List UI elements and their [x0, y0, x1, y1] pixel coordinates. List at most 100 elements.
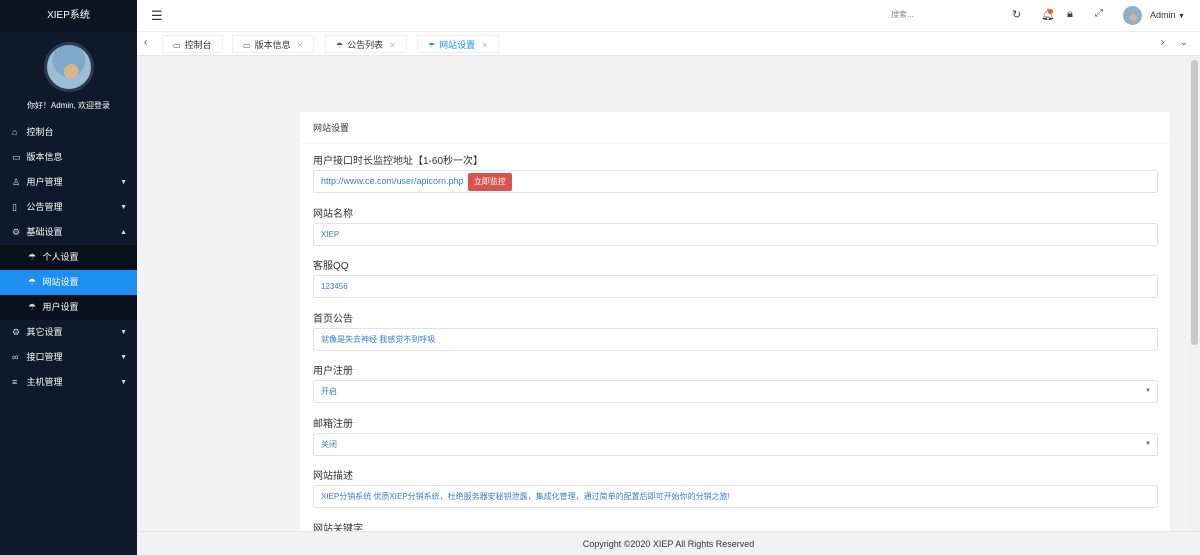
field-label: 用户接口时长监控地址【1-60秒一次】	[313, 156, 484, 167]
caret-down-icon: ▼	[1178, 13, 1185, 20]
umbrella-icon: ☂	[28, 277, 37, 287]
email-register-select[interactable]: 关闭 ▼	[313, 433, 1158, 456]
sidebar-item-label: 网站设置	[42, 277, 79, 287]
sidebar-item-version[interactable]: ▭ 版本信息	[0, 145, 137, 170]
monitor-icon: ▭	[12, 152, 21, 162]
gear-icon: ⚙	[12, 327, 21, 337]
monitor-icon: ▭	[173, 41, 181, 50]
sidebar-item-basic-settings[interactable]: ⚙ 基础设置 ▲	[0, 220, 137, 245]
umbrella-icon: ☂	[336, 41, 344, 50]
sidebar-item-dashboard[interactable]: ⌂ 控制台	[0, 120, 137, 145]
close-icon[interactable]: ✕	[481, 41, 488, 50]
sidebar-item-label: 基础设置	[26, 227, 63, 237]
tab-label: 控制台	[184, 40, 212, 50]
sidebar-item-user-settings[interactable]: ☂ 用户设置	[0, 295, 137, 320]
monitor-url-value: http://www.ce.com/user/apicorn.php	[321, 176, 464, 186]
caret-down-icon: ▼	[120, 329, 127, 336]
umbrella-icon: ☂	[428, 41, 436, 50]
sidebar-item-notices[interactable]: ▯ 公告管理 ▼	[0, 195, 137, 220]
avatar	[43, 42, 94, 92]
home-icon: ⌂	[12, 127, 18, 137]
field-email-register: 邮箱注册 关闭 ▼	[313, 417, 1158, 456]
monitor-now-button[interactable]: 立即监控	[467, 172, 512, 191]
field-label: 网站关键字	[313, 524, 363, 531]
sidebar-item-label: 个人设置	[42, 252, 79, 262]
tab-dashboard[interactable]: ▭ 控制台	[162, 35, 223, 53]
menu-toggle-icon[interactable]: ☰	[151, 8, 163, 24]
sidebar-item-hosts[interactable]: ≡ 主机管理 ▼	[0, 370, 137, 395]
chevron-down-icon[interactable]: ⌄	[1180, 37, 1188, 48]
submenu-basic-settings: ☂ 个人设置 ☂ 网站设置 ☂ 用户设置	[0, 245, 137, 320]
email-register-selected: 关闭	[321, 440, 337, 449]
fullscreen-icon[interactable]: ⤢	[1095, 8, 1103, 19]
field-label: 网站名称	[313, 209, 353, 220]
user-panel: 你好！Admin, 欢迎登录	[0, 32, 137, 120]
sidebar-item-api[interactable]: ∞ 接口管理 ▼	[0, 345, 137, 370]
sidebar-item-personal-settings[interactable]: ☂ 个人设置	[0, 245, 137, 270]
description-input[interactable]: XIEP分销系统 优质XIEP分销系统，杜绝服务器安秘钥泄露，集成化管理，通过简…	[313, 485, 1158, 508]
notification-badge	[1048, 9, 1053, 14]
tab-version[interactable]: ▭ 版本信息 ✕	[232, 35, 315, 53]
sidebar-item-label: 版本信息	[26, 152, 63, 162]
sidebar-menu: ⌂ 控制台 ▭ 版本信息 ♙ 用户管理 ▼ ▯ 公告管理 ▼ ⚙ 基础设置 ▲ …	[0, 120, 137, 395]
search-input[interactable]: 搜索...	[891, 9, 914, 20]
site-name-input[interactable]: XIEP	[313, 223, 1158, 246]
select-arrow-icon: ▼	[1145, 441, 1151, 447]
tab-site-settings[interactable]: ☂ 网站设置 ✕	[417, 35, 499, 53]
tab-notice-list[interactable]: ☂ 公告列表 ✕	[325, 35, 407, 53]
settings-card: 网站设置 用户接口时长监控地址【1-60秒一次】 http://www.ce.c…	[300, 112, 1170, 531]
field-register: 用户注册 开启 ▼	[313, 364, 1158, 403]
sidebar: XIEP系统 你好！Admin, 欢迎登录 ⌂ 控制台 ▭ 版本信息 ♙ 用户管…	[0, 0, 137, 555]
content-area: 网站设置 用户接口时长监控地址【1-60秒一次】 http://www.ce.c…	[137, 57, 1189, 531]
top-bar: ☰ 搜索... ↻ 🔔︎ 🔒︎ ⤢ Admin ▼	[137, 0, 1200, 32]
sidebar-item-label: 用户设置	[42, 302, 79, 312]
tab-bar: ‹ ▭ 控制台 ▭ 版本信息 ✕ ☂ 公告列表 ✕ ☂ 网站设置 ✕ › ⌄	[137, 32, 1200, 56]
field-description: 网站描述 XIEP分销系统 优质XIEP分销系统，杜绝服务器安秘钥泄露，集成化管…	[313, 469, 1158, 508]
close-icon[interactable]: ✕	[297, 41, 304, 50]
username-text: Admin	[1150, 10, 1176, 20]
monitor-url-input[interactable]: http://www.ce.com/user/apicorn.php 立即监控	[313, 170, 1158, 193]
greeting-text: 你好！Admin, 欢迎登录	[26, 101, 111, 110]
field-keywords: 网站关键字	[313, 522, 1158, 531]
caret-down-icon: ▼	[120, 179, 127, 186]
avatar[interactable]	[1123, 6, 1142, 25]
caret-down-icon: ▼	[120, 204, 127, 211]
field-notice: 首页公告 就像是失去神经 我感觉不到呼吸	[313, 312, 1158, 351]
select-arrow-icon: ▼	[1145, 388, 1151, 394]
register-select[interactable]: 开启 ▼	[313, 380, 1158, 403]
caret-down-icon: ▼	[120, 354, 127, 361]
field-label: 邮箱注册	[313, 419, 353, 430]
caret-down-icon: ▼	[120, 379, 127, 386]
footer: Copyright ©2020 XIEP All Rights Reserved	[137, 531, 1200, 555]
sidebar-item-label: 其它设置	[26, 327, 63, 337]
tab-next-icon[interactable]: ›	[1161, 37, 1164, 48]
monitor-icon: ▭	[243, 41, 251, 50]
lock-icon[interactable]: 🔒︎	[1067, 8, 1073, 21]
link-icon: ∞	[12, 352, 19, 362]
field-site-name: 网站名称 XIEP	[313, 207, 1158, 246]
sidebar-item-users[interactable]: ♙ 用户管理 ▼	[0, 170, 137, 195]
sidebar-item-label: 主机管理	[26, 377, 63, 387]
sidebar-item-site-settings[interactable]: ☂ 网站设置	[0, 270, 137, 295]
field-label: 网站描述	[313, 471, 353, 482]
close-icon[interactable]: ✕	[389, 41, 396, 50]
book-icon: ▯	[12, 202, 17, 212]
tab-prev-icon[interactable]: ‹	[144, 37, 147, 48]
notice-input[interactable]: 就像是失去神经 我感觉不到呼吸	[313, 328, 1158, 351]
refresh-icon[interactable]: ↻	[1012, 8, 1021, 21]
tab-label: 版本信息	[254, 40, 291, 50]
sidebar-item-label: 公告管理	[26, 202, 63, 212]
field-label: 首页公告	[313, 314, 353, 325]
tab-label: 公告列表	[347, 40, 384, 50]
caret-up-icon: ▲	[120, 229, 127, 236]
gear-icon: ⚙	[12, 227, 21, 237]
field-qq: 客服QQ 123456	[313, 259, 1158, 298]
sidebar-item-other-settings[interactable]: ⚙ 其它设置 ▼	[0, 320, 137, 345]
user-icon: ♙	[12, 177, 21, 187]
app-title: XIEP系统	[0, 0, 137, 32]
scrollbar-thumb[interactable]	[1191, 60, 1198, 345]
user-menu[interactable]: Admin ▼	[1150, 10, 1185, 20]
card-title: 网站设置	[300, 112, 1170, 144]
qq-input[interactable]: 123456	[313, 275, 1158, 298]
sidebar-item-label: 用户管理	[26, 177, 63, 187]
